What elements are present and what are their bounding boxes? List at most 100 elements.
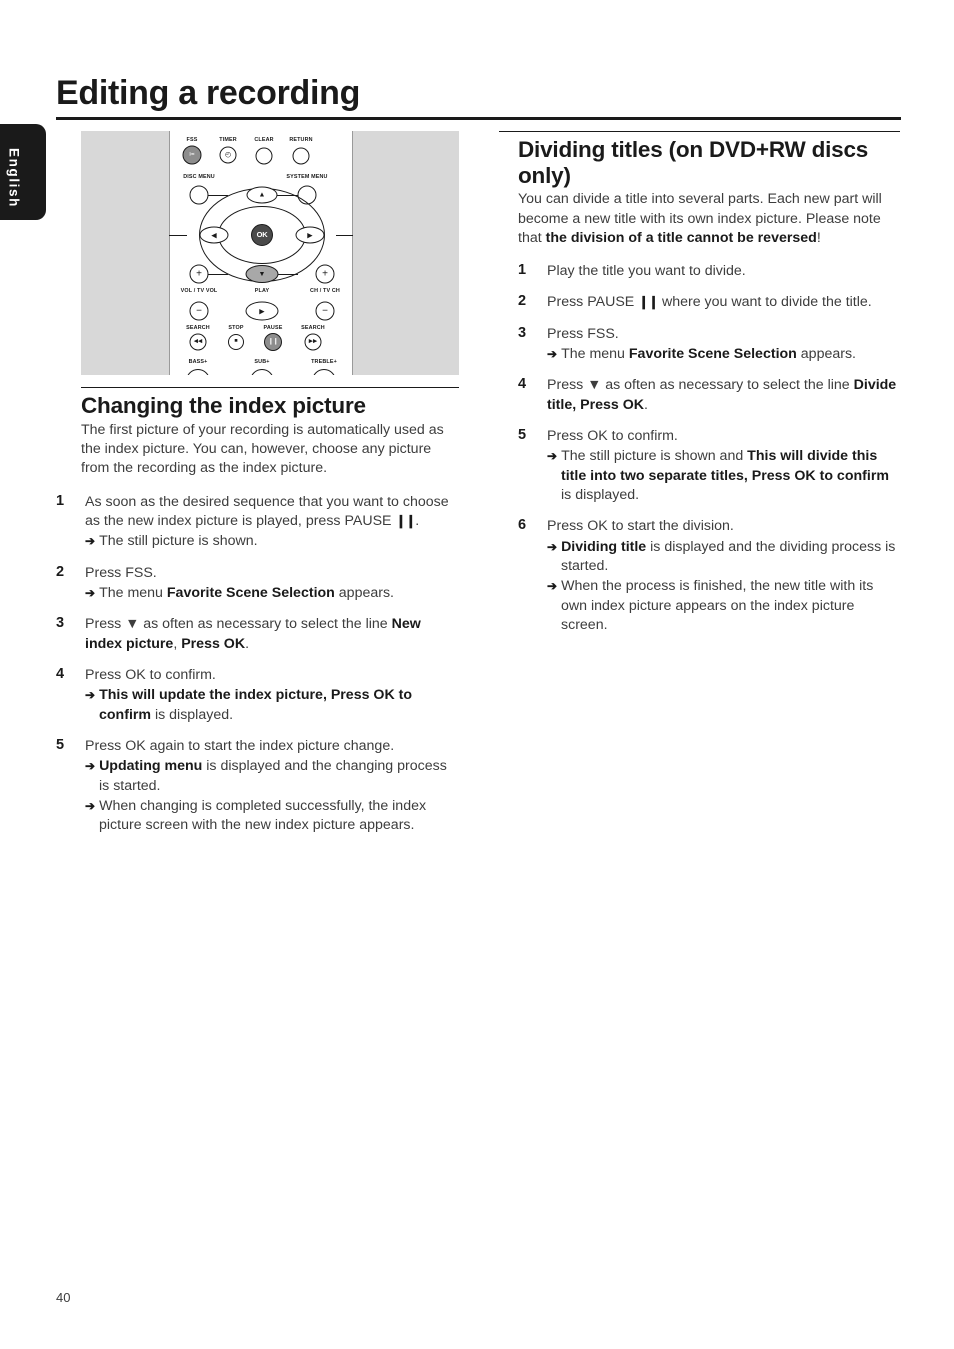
step-body: Press OK to start the division. ➔ Dividin… xyxy=(547,517,899,635)
ok-icon[interactable]: OK xyxy=(251,224,273,246)
list-item: 5 Press OK again to start the index pict… xyxy=(56,737,456,836)
disc-menu-button[interactable] xyxy=(189,185,209,205)
right-column: Dividing titles (on DVD+RW discs only) Y… xyxy=(499,131,900,647)
step-number: 3 xyxy=(56,615,65,632)
step-text: Press ▼ as often as necessary to select … xyxy=(547,376,899,415)
return-button[interactable] xyxy=(292,147,310,165)
step-number: 5 xyxy=(518,427,527,444)
intro-post: ! xyxy=(816,229,821,246)
step-note: ➔ This will update the index picture, Pre… xyxy=(85,686,456,725)
channel-down-icon[interactable]: − xyxy=(315,301,335,321)
pause-icon: ❙❙ xyxy=(638,294,659,310)
step-text: Play the title you want to divide. xyxy=(547,263,746,280)
step-number: 1 xyxy=(56,492,65,509)
forward-icon[interactable]: ▶▶ xyxy=(304,333,322,351)
connector-line xyxy=(169,235,187,236)
step-text-pre: Press ▼ as often as necessary to select … xyxy=(85,616,392,633)
left-steps-list: 1 As soon as the desired sequence that y… xyxy=(56,493,456,836)
channel-up-icon[interactable]: + xyxy=(315,264,335,284)
step-note-bold: This will update the index picture, Pres… xyxy=(99,687,413,723)
step-number: 1 xyxy=(518,262,527,279)
step-note-post: is displayed. xyxy=(151,706,234,723)
step-body: Press OK to confirm. ➔ The still picture … xyxy=(547,427,899,505)
fss-icon[interactable]: ✂ xyxy=(182,145,202,165)
timer-label: TIMER xyxy=(219,137,237,143)
pause-icon: ❙❙ xyxy=(395,513,416,529)
right-section-intro: You can divide a title into several part… xyxy=(518,190,900,248)
intro-bold: the division of a title cannot be revers… xyxy=(545,229,817,246)
left-section-intro: The first picture of your recording is a… xyxy=(81,421,444,477)
right-steps-list: 1 Play the title you want to divide. 2 P… xyxy=(518,262,899,635)
step-note-bold: Updating menu xyxy=(99,758,203,775)
step-note-pre: The still picture is shown and xyxy=(561,448,748,465)
search-fwd-label: SEARCH xyxy=(301,325,325,331)
clear-button[interactable] xyxy=(255,147,273,165)
step-number: 4 xyxy=(56,665,65,682)
step-note-post: is displayed. xyxy=(561,486,640,503)
volume-up-icon[interactable]: + xyxy=(189,264,209,284)
fss-label: FSS xyxy=(186,137,198,143)
step-note: ➔ Updating menu is displayed and the chan… xyxy=(85,757,456,796)
arrow-up-icon[interactable]: ▲ xyxy=(246,186,278,204)
arrow-bullet-icon: ➔ xyxy=(85,534,96,549)
list-item: 1 As soon as the desired sequence that y… xyxy=(56,493,456,552)
step-number: 5 xyxy=(56,736,65,753)
volume-down-icon[interactable]: − xyxy=(189,301,209,321)
pause-icon[interactable]: ❙❙ xyxy=(264,333,282,351)
arrow-bullet-icon: ➔ xyxy=(547,347,558,362)
step-text-post: where you want to divide the title. xyxy=(658,294,872,311)
stop-icon[interactable]: ■ xyxy=(228,334,244,350)
step-number: 2 xyxy=(56,563,65,580)
remote-edge-right xyxy=(352,131,353,375)
language-tab: English xyxy=(0,124,46,220)
step-body: Press FSS. ➔ The menu Favorite Scene Sele… xyxy=(547,325,899,365)
step-body: Press PAUSE ❙❙ where you want to divide … xyxy=(547,293,899,312)
list-item: 1 Play the title you want to divide. xyxy=(518,262,899,281)
step-note-text: When the process is finished, the new ti… xyxy=(561,578,874,633)
list-item: 2 Press FSS. ➔ The menu Favorite Scene Se… xyxy=(56,564,456,604)
list-item: 4 Press OK to confirm. ➔ This will update… xyxy=(56,666,456,725)
arrow-bullet-icon: ➔ xyxy=(85,759,96,774)
step-note: ➔ The menu Favorite Scene Selection appea… xyxy=(85,584,456,603)
list-item: 4 Press ▼ as often as necessary to selec… xyxy=(518,376,899,415)
step-text: Press OK to start the division. xyxy=(547,518,734,535)
left-column: FSS ✂ TIMER ◴ CLEAR RETURN DISC MENU SYS… xyxy=(56,131,459,847)
language-tab-label: English xyxy=(6,148,22,208)
step-note-text: The still picture is shown. xyxy=(99,533,258,550)
right-section-divider xyxy=(499,131,900,133)
bass-label: BASS+ xyxy=(188,359,208,365)
step-text-post: . xyxy=(415,513,420,530)
remote-edge-left xyxy=(169,131,170,375)
connector-line xyxy=(208,274,228,275)
step-note: ➔ The still picture is shown. xyxy=(85,532,456,551)
channel-label: CH / TV CH xyxy=(310,288,340,294)
left-section-heading: Changing the index picture xyxy=(81,393,366,419)
step-note-bold: Favorite Scene Selection xyxy=(166,585,335,601)
step-number: 4 xyxy=(518,376,527,393)
left-section-divider xyxy=(81,387,459,389)
step-number: 3 xyxy=(518,324,527,341)
list-item: 3 Press FSS. ➔ The menu Favorite Scene Se… xyxy=(518,325,899,365)
arrow-right-icon[interactable]: ▶ xyxy=(295,226,325,244)
step-text: As soon as the desired sequence that you… xyxy=(85,493,456,532)
connector-line xyxy=(336,235,353,236)
arrow-left-icon[interactable]: ◀ xyxy=(199,226,229,244)
arrow-bullet-icon: ➔ xyxy=(547,449,558,464)
list-item: 3 Press ▼ as often as necessary to selec… xyxy=(56,615,456,654)
clock-icon[interactable]: ◴ xyxy=(219,146,237,164)
search-back-label: SEARCH xyxy=(186,325,210,331)
step-number: 6 xyxy=(518,517,527,534)
step-body: Press ▼ as often as necessary to select … xyxy=(85,615,456,654)
sub-label: SUB+ xyxy=(254,359,270,365)
arrow-down-icon[interactable]: ▼ xyxy=(245,265,279,283)
step-body: Press OK to confirm. ➔ This will update t… xyxy=(85,666,456,725)
step-text-tail: . xyxy=(644,396,648,413)
step-note-post: appears. xyxy=(334,585,394,601)
page-number: 40 xyxy=(56,1290,71,1305)
step-body: Press FSS. ➔ The menu Favorite Scene Sele… xyxy=(85,564,456,604)
list-item: 5 Press OK to confirm. ➔ The still pictur… xyxy=(518,427,899,505)
remote-control-figure: FSS ✂ TIMER ◴ CLEAR RETURN DISC MENU SYS… xyxy=(81,131,459,375)
play-icon[interactable]: ▶ xyxy=(245,301,279,321)
right-section-heading: Dividing titles (on DVD+RW discs only) xyxy=(518,137,869,188)
rewind-icon[interactable]: ◀◀ xyxy=(189,333,207,351)
